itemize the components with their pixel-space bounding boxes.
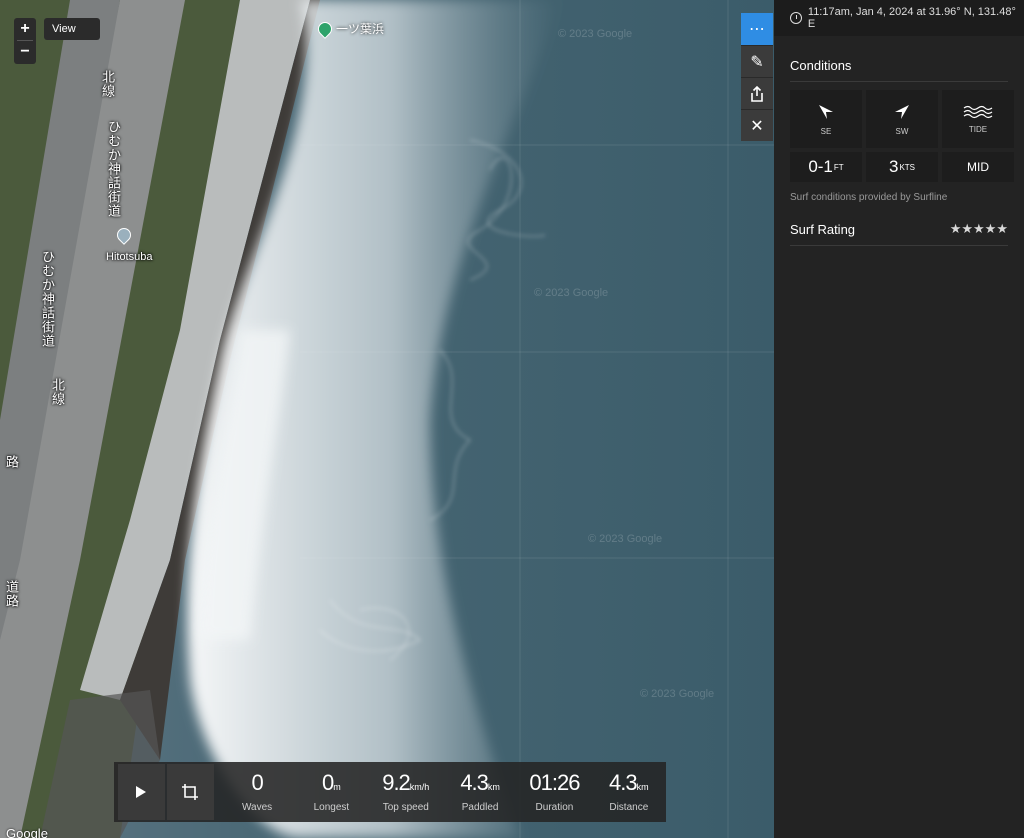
stat-value: 4.3 [460, 769, 489, 795]
view-button[interactable]: View [44, 18, 100, 40]
stat-unit: km/h [409, 781, 430, 792]
road-label: 路 [4, 455, 19, 469]
edit-button[interactable]: ✎ [741, 45, 773, 77]
stat-label: Paddled [461, 801, 499, 813]
stat-label: Top speed [382, 801, 429, 813]
more-icon: ⋯ [749, 21, 765, 38]
swell-direction-label: SE [820, 126, 832, 136]
surf-rating-row: Surf Rating ★★★★★ [790, 221, 1008, 246]
satellite-map[interactable]: © 2023 Google © 2023 Google © 2023 Googl… [0, 0, 774, 838]
tide-value: MID [942, 152, 1014, 182]
wave-height: 0-1 [808, 157, 833, 176]
waves-icon [963, 105, 993, 118]
wind-speed-unit: KTS [899, 162, 916, 172]
place-marker[interactable]: 一ツ葉浜 [315, 18, 385, 39]
road-label: ひむか神話街道 [106, 120, 121, 218]
more-options-button[interactable]: ⋯ [741, 13, 773, 45]
session-details-panel: 11:17am, Jan 4, 2024 at 31.96° N, 131.48… [774, 0, 1024, 838]
stat-top-speed: 9.2km/h Top speed [369, 769, 443, 813]
close-icon: ✕ [750, 117, 764, 135]
crop-button[interactable] [166, 764, 214, 820]
stat-value: 0 [322, 769, 334, 795]
surf-rating-title: Surf Rating [790, 221, 856, 237]
map-watermark: © 2023 Google [558, 28, 633, 40]
wave-height-value: 0-1 FT [790, 152, 862, 182]
crop-icon [182, 784, 199, 800]
stat-value: 4.3 [609, 769, 638, 795]
share-button[interactable] [741, 77, 773, 109]
stat-unit: km [636, 781, 649, 792]
wind-direction-arrow-icon [895, 104, 909, 119]
conditions-grid: SE SW TIDE 0-1 FT 3 KTS MID [790, 90, 1024, 182]
zoom-out-button[interactable]: − [14, 41, 36, 63]
close-button[interactable]: ✕ [741, 109, 773, 141]
tide-cell: TIDE [942, 90, 1014, 148]
poi-label[interactable]: Hitotsuba [106, 251, 152, 263]
place-label: 一ツ葉浜 [336, 22, 385, 36]
wind-speed-value: 3 KTS [866, 152, 938, 182]
stat-distance: 4.3km Distance [592, 769, 666, 813]
map-toolbar: ⋯ ✎ ✕ [741, 13, 773, 141]
stat-label: Distance [609, 801, 649, 813]
map-watermark: © 2023 Google [640, 688, 715, 700]
stat-label: Waves [241, 801, 273, 813]
session-timestamp: 11:17am, Jan 4, 2024 at 31.96° N, 131.48… [807, 6, 1016, 30]
map-watermark: © 2023 Google [588, 533, 663, 545]
play-icon [136, 786, 147, 798]
zoom-in-button[interactable]: + [14, 18, 36, 40]
road-label: 北線 [100, 70, 115, 98]
pencil-icon: ✎ [750, 53, 764, 71]
stat-label: Duration [535, 801, 574, 813]
stat-unit: km [487, 781, 500, 792]
stat-duration: 01:26 Duration [517, 769, 591, 813]
stat-unit: m [333, 781, 341, 792]
clock-icon [790, 12, 802, 24]
road-label: 道路 [4, 580, 19, 608]
tide-level: MID [967, 160, 989, 174]
zoom-control: + − [14, 18, 36, 64]
stat-value: 0 [251, 769, 263, 795]
stat-value: 9.2 [382, 769, 411, 795]
google-logo: Google [6, 826, 48, 838]
session-stats-bar: 0 Waves 0m Longest 9.2km/h Top speed 4.3… [114, 762, 666, 822]
road-label: 北線 [50, 378, 65, 406]
play-button[interactable] [118, 764, 165, 820]
star-rating-icon[interactable]: ★★★★★ [950, 221, 1008, 237]
wind-direction-label: SW [895, 126, 909, 136]
swell-direction-cell: SE [790, 90, 862, 148]
panel-header: 11:17am, Jan 4, 2024 at 31.96° N, 131.48… [774, 0, 1024, 36]
stat-label: Longest [313, 801, 350, 813]
stat-waves: 0 Waves [220, 769, 294, 813]
swell-direction-arrow-icon [819, 104, 833, 119]
conditions-title: Conditions [790, 58, 1008, 82]
share-icon [751, 85, 763, 102]
road-label: ひむか神話街道 [40, 250, 55, 348]
wave-height-unit: FT [833, 162, 844, 172]
stat-longest: 0m Longest [294, 769, 368, 813]
stat-paddled: 4.3km Paddled [443, 769, 517, 813]
tide-label: TIDE [968, 124, 988, 134]
location-pin-icon [315, 18, 335, 39]
map-watermark: © 2023 Google [534, 287, 609, 299]
wind-direction-cell: SW [866, 90, 938, 148]
surfline-attribution: Surf conditions provided by Surfline [790, 192, 948, 203]
wind-speed: 3 [888, 157, 899, 176]
stat-value: 01:26 [529, 769, 580, 795]
